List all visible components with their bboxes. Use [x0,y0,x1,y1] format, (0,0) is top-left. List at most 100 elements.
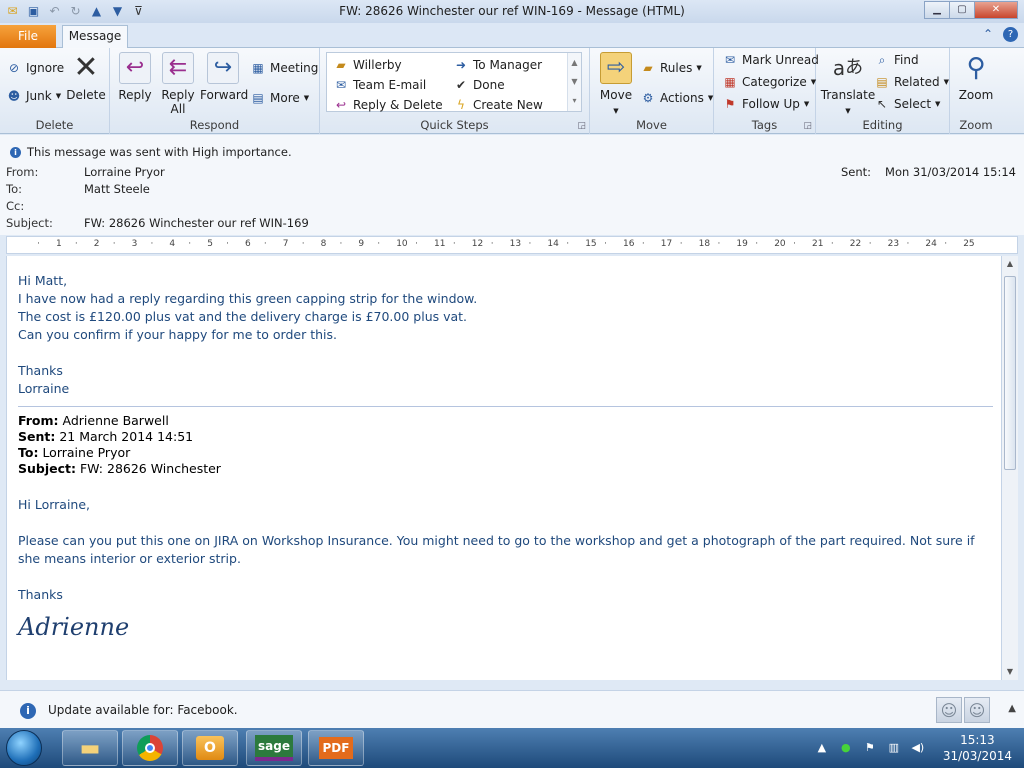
ruler-tick-label: 16 [623,239,635,249]
actions-icon: ⚙ [642,91,654,105]
minimize-button[interactable]: ▁ [924,1,950,19]
update-notice[interactable]: Update available for: Facebook. [48,703,238,717]
follow-up-button[interactable]: ⚑ Follow Up ▼ [722,96,810,112]
mark-unread-button[interactable]: ✉ Mark Unread [722,52,819,68]
fwd-thanks: Thanks [18,587,63,602]
quickstep-create-new[interactable]: ϟ Create New [453,97,543,113]
quickstep-to-manager[interactable]: ➜ To Manager [453,57,542,73]
forward-button[interactable]: ↪ Forward [200,52,248,102]
ruler-tick-mark: · [793,239,796,249]
forward-separator [18,406,993,407]
pdf-icon: PDF [318,737,354,759]
tab-message[interactable]: Message [62,25,128,49]
rules-button[interactable]: ▰ Rules ▼ [640,60,701,76]
ruler[interactable]: 1 · 2 · 3 · 4 · 5 · 6 · 7 · 8 · 9 · 10 · 11 · 12 · 13 · 14 · 15 · 16 · 1… [6,236,1018,254]
quick-steps-gallery: ▰ Willerby ➜ To Manager ✉ Team E-mail ✔ … [326,52,582,112]
delete-group: ⊘ Ignore ☻ Junk ▼ ✕ Delete Delete [0,48,110,134]
actions-button[interactable]: ⚙ Actions ▼ [640,90,714,106]
close-button[interactable]: ✕ [974,1,1018,19]
ruler-tick-label: 1 [56,239,62,249]
categorize-button[interactable]: ▦ Categorize ▼ [722,74,816,90]
quickstep-team-email[interactable]: ✉ Team E-mail [333,77,426,93]
ruler-tick-label: 20 [774,239,786,249]
show-hidden-icons-icon[interactable]: ▲ [815,741,829,755]
ruler-tick-mark: · [263,239,267,249]
respond-group: ↩ Reply ⇇ Reply All ↪ Forward ▦ Meeting … [110,48,320,134]
chevron-down-icon: ▼ [803,100,810,108]
find-button[interactable]: ⌕ Find [874,52,919,68]
message-content: Hi Matt, I have now had a reply regardin… [18,272,993,639]
volume-icon[interactable]: ◀) [911,741,925,755]
help-icon[interactable]: ? [1003,27,1018,42]
sender-name[interactable]: Lorraine Pryor [84,165,165,179]
flag-icon[interactable]: ⚑ [863,741,877,755]
move-group: ⇨ Move ▼ ▰ Rules ▼ ⚙ Actions ▼ Move [590,48,714,134]
ruler-tick-mark: · [301,239,305,249]
translate-button[interactable]: aあ Translate ▼ [820,52,876,118]
avatar[interactable]: ☺ [964,697,990,723]
taskbar-outlook[interactable]: O [182,730,238,766]
window-title: FW: 28626 Winchester our ref WIN-169 - M… [339,4,685,18]
fwd-to-row: To: Lorraine Pryor [18,445,131,460]
taskbar-chrome[interactable] [122,730,178,766]
scroll-thumb[interactable] [1004,276,1016,470]
reply-all-button[interactable]: ⇇ Reply All [160,52,196,116]
body-line-3: Can you confirm if your happy for me to … [18,327,337,342]
quickstep-willerby[interactable]: ▰ Willerby [333,57,401,73]
clock[interactable]: 15:13 31/03/2014 [943,732,1012,764]
message-header: i This message was sent with High import… [0,135,1024,235]
quick-steps-scrollbar[interactable]: ▲ ▼ ▾ [567,53,581,111]
network-icon[interactable]: ▥ [887,741,901,755]
translate-icon: aあ [832,56,864,80]
quick-steps-group: ▰ Willerby ➜ To Manager ✉ Team E-mail ✔ … [320,48,590,134]
delete-x-icon: ✕ [73,50,99,85]
start-button[interactable] [6,730,42,766]
ruler-tick-label: 19 [736,239,748,249]
move-button[interactable]: ⇨ Move ▼ [596,52,636,118]
quick-steps-launcher-icon[interactable]: ◲ [577,121,586,131]
vertical-scrollbar[interactable]: ▲ ▼ [1001,256,1018,680]
taskbar-explorer[interactable]: ▬ [62,730,118,766]
body-line-1: I have now had a reply regarding this gr… [18,291,478,306]
fwd-greeting: Hi Lorraine, [18,497,91,512]
tab-file[interactable]: File [0,25,56,48]
recipient-name[interactable]: Matt Steele [84,182,150,196]
forward-arrow-icon: ➜ [455,58,467,72]
ignore-button[interactable]: ⊘ Ignore [6,60,64,76]
people-avatars: ☺ ☺ [936,697,990,723]
taskbar-pdf[interactable]: PDF [308,730,364,766]
delete-group-label: Delete [35,118,74,132]
ruler-tick-label: 12 [471,239,484,249]
zoom-button[interactable]: ⚲ Zoom [956,52,996,102]
meeting-button[interactable]: ▦ Meeting [250,60,318,76]
delete-button[interactable]: ✕ Delete [66,50,106,103]
taskbar-sage[interactable]: sage [246,730,302,766]
scroll-down-icon[interactable]: ▼ [1002,664,1018,680]
more-respond-button[interactable]: ▤ More ▼ [250,90,309,106]
signoff-line: Lorraine [18,381,70,396]
unread-envelope-icon: ✉ [724,53,736,67]
junk-button[interactable]: ☻ Junk ▼ [6,88,61,104]
select-button[interactable]: ↖ Select ▼ [874,96,940,112]
fwd-sent-row: Sent: 21 March 2014 14:51 [18,429,194,444]
related-icon: ▤ [876,75,888,89]
message-body[interactable]: Hi Matt, I have now had a reply regardin… [6,256,1001,680]
maximize-button[interactable]: ▢ [949,1,975,19]
related-button[interactable]: ▤ Related ▼ [874,74,949,90]
avatar[interactable]: ☺ [936,697,962,723]
expand-people-pane-icon[interactable]: ▲ [1008,703,1016,714]
folder-move-icon: ▰ [336,58,346,72]
status-green-icon[interactable]: ● [839,741,853,755]
ruler-tick-mark: · [377,239,381,249]
tags-launcher-icon[interactable]: ◲ [803,121,812,131]
ruler-tick-mark: · [868,239,872,249]
quickstep-done[interactable]: ✔ Done [453,77,505,93]
respond-group-label: Respond [189,118,240,132]
fwd-body: Please can you put this one on JIRA on W… [18,533,975,566]
reply-button[interactable]: ↩ Reply [116,52,154,102]
scroll-up-icon[interactable]: ▲ [1002,256,1018,272]
reply-icon: ↩ [119,52,151,84]
minimize-ribbon-icon[interactable]: ⌃ [983,27,993,42]
cursor-icon: ↖ [876,97,888,111]
quickstep-reply-delete[interactable]: ↩ Reply & Delete [333,97,443,113]
